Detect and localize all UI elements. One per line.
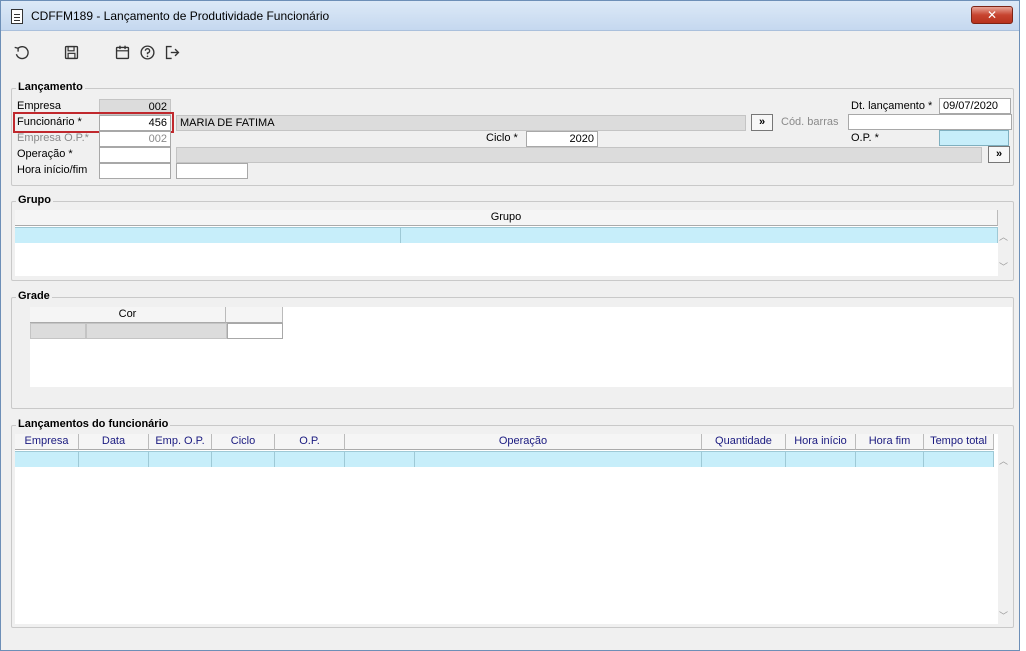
window-title: CDFFM189 - Lançamento de Produtividade F… (31, 9, 330, 23)
grade-cell[interactable] (227, 323, 283, 339)
scroll-down-icon[interactable]: ﹀ (999, 260, 1008, 273)
cod-barras-label: Cód. barras (781, 116, 839, 128)
grupo-column-header[interactable]: Grupo (15, 210, 998, 226)
table-cell[interactable] (275, 451, 345, 467)
operacao-code-field[interactable] (99, 147, 171, 163)
hora-inicio-field[interactable] (99, 163, 171, 179)
form-content: Lançamento Empresa 002 Funcionário * 456… (3, 68, 1017, 628)
column-header[interactable]: Ciclo (212, 434, 275, 450)
title-bar[interactable]: CDFFM189 - Lançamento de Produtividade F… (1, 1, 1019, 31)
table-cell[interactable] (149, 451, 212, 467)
op-field[interactable] (939, 130, 1009, 146)
lancamentos-func-legend: Lançamentos do funcionário (16, 418, 171, 430)
dt-lancamento-label: Dt. lançamento * (851, 100, 933, 112)
hora-label: Hora início/fim (17, 164, 88, 176)
cor-column-header[interactable]: Cor (30, 307, 226, 323)
exit-button[interactable] (162, 42, 182, 62)
table-cell[interactable] (79, 451, 149, 467)
calendar-icon (115, 45, 129, 59)
table-cell[interactable] (212, 451, 275, 467)
column-header[interactable]: Hora fim (856, 434, 924, 450)
lancamento-legend: Lançamento (16, 81, 85, 93)
grade-cell[interactable] (86, 323, 227, 339)
operacao-label: Operação * (17, 148, 73, 160)
help-button[interactable] (137, 42, 157, 62)
column-header[interactable]: Data (79, 434, 149, 450)
undo-button[interactable] (11, 42, 31, 62)
empresa-op-field[interactable]: 002 (99, 131, 171, 147)
table-cell[interactable] (924, 451, 994, 467)
empresa-label: Empresa (17, 100, 62, 112)
lancamento-group: Lançamento Empresa 002 Funcionário * 456… (11, 81, 1014, 186)
grupo-row-cell[interactable] (401, 227, 998, 243)
scroll-down-icon[interactable]: ﹀ (999, 609, 1008, 622)
column-header[interactable]: Tempo total (924, 434, 994, 450)
exit-icon (165, 45, 179, 59)
table-cell[interactable] (345, 451, 415, 467)
grade-cell[interactable] (30, 323, 86, 339)
undo-icon (14, 45, 29, 59)
scroll-up-icon[interactable]: ︿ (999, 454, 1008, 467)
main-window: CDFFM189 - Lançamento de Produtividade F… (0, 0, 1020, 651)
empresa-op-label: Empresa O.P.* (17, 132, 89, 144)
save-icon (64, 45, 78, 59)
table-cell[interactable] (786, 451, 856, 467)
toolbar (1, 32, 1019, 68)
op-label: O.P. * (851, 132, 879, 144)
calendar-button[interactable] (112, 42, 132, 62)
grade-legend: Grade (16, 290, 52, 302)
hora-fim-field[interactable] (176, 163, 248, 179)
table-cell[interactable] (702, 451, 786, 467)
funcionario-lookup-button[interactable]: » (751, 114, 773, 131)
dt-lancamento-field[interactable]: 09/07/2020 (939, 98, 1011, 114)
help-icon (139, 44, 155, 60)
grade-group: Grade Cor (11, 290, 1014, 409)
save-button[interactable] (61, 42, 81, 62)
ciclo-label: Ciclo * (486, 132, 518, 144)
scroll-up-icon[interactable]: ︿ (999, 230, 1008, 243)
grupo-group: Grupo Grupo ︿ ﹀ (11, 194, 1014, 281)
document-icon (11, 9, 23, 24)
focus-highlight (13, 112, 174, 133)
column-header[interactable]: Quantidade (702, 434, 786, 450)
operacao-desc-field[interactable] (176, 147, 982, 163)
column-header[interactable]: Emp. O.P. (149, 434, 212, 450)
lancamentos-func-group: Lançamentos do funcionário Empresa Data Em… (11, 418, 1014, 628)
cod-barras-field[interactable] (848, 114, 1012, 130)
column-header[interactable]: Hora início (786, 434, 856, 450)
close-button[interactable]: ✕ (971, 6, 1013, 24)
table-cell[interactable] (15, 451, 79, 467)
grade-blank-header[interactable] (226, 307, 283, 323)
grupo-legend: Grupo (16, 194, 53, 206)
grupo-row-cell[interactable] (15, 227, 401, 243)
table-cell[interactable] (856, 451, 924, 467)
operacao-lookup-button[interactable]: » (988, 146, 1010, 163)
funcionario-name-field[interactable]: MARIA DE FATIMA (176, 115, 746, 131)
column-header[interactable]: Empresa (15, 434, 79, 450)
column-header[interactable]: Operação (345, 434, 702, 450)
column-header[interactable]: O.P. (275, 434, 345, 450)
ciclo-field[interactable]: 2020 (526, 131, 598, 147)
